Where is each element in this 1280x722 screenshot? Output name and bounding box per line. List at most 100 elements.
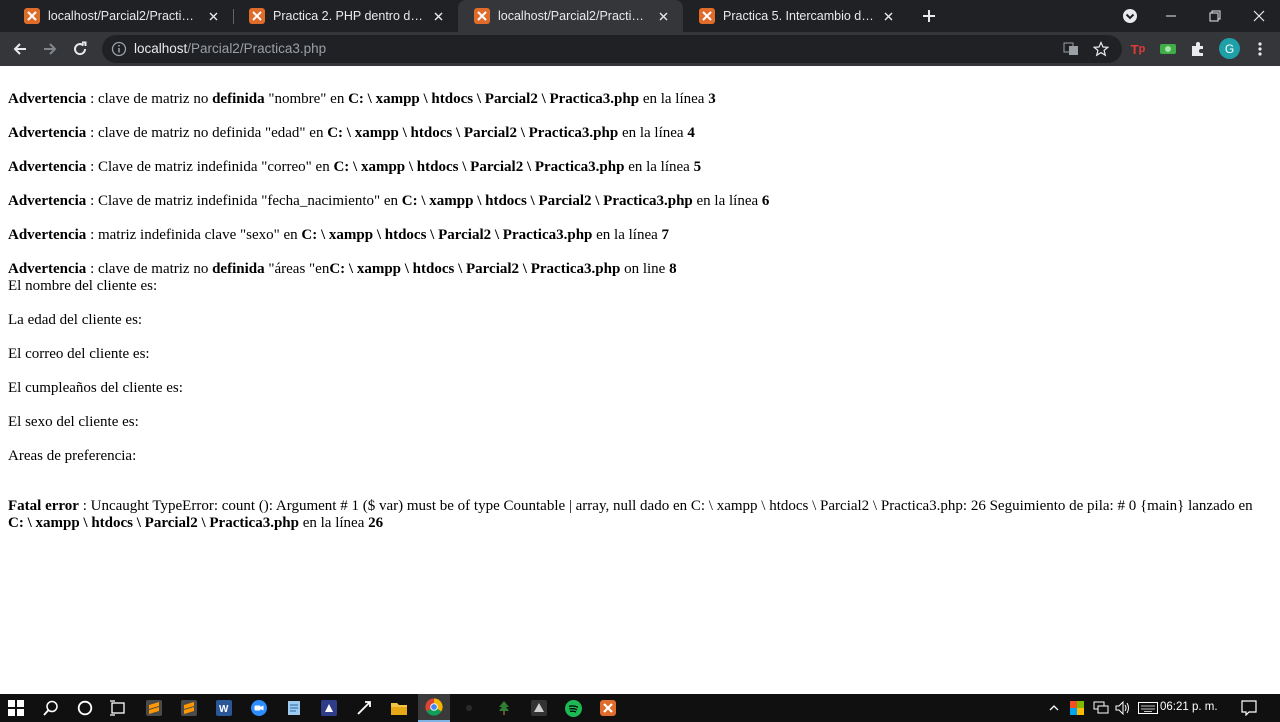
game-app-icon[interactable] xyxy=(528,697,550,719)
reload-icon[interactable] xyxy=(68,37,92,61)
warning-bold-text: Advertencia xyxy=(8,227,87,243)
address-bar[interactable]: localhost/Parcial2/Practica3.php xyxy=(102,35,1122,63)
minimize-icon[interactable] xyxy=(1150,0,1192,32)
back-arrow-icon[interactable] xyxy=(8,37,32,61)
word-icon[interactable]: W xyxy=(213,697,235,719)
file-explorer-icon[interactable] xyxy=(388,697,410,719)
tab-title: localhost/Parcial2/Practica3.php xyxy=(498,9,649,23)
sublime-text-2-icon[interactable] xyxy=(178,697,200,719)
warning-line: Advertencia : Clave de matriz indefinida… xyxy=(8,159,701,176)
volume-icon[interactable] xyxy=(1113,698,1133,718)
warning-bold-text: 8 xyxy=(669,261,677,277)
tp-extension-icon[interactable]: Tp xyxy=(1126,37,1150,61)
fatal-error-path: C: \ xampp \ htdocs \ Parcial2 \ Practic… xyxy=(8,515,299,531)
cortana-icon[interactable] xyxy=(74,697,96,719)
warning-bold-text: Advertencia xyxy=(8,91,87,107)
menu-kebab-icon[interactable] xyxy=(1248,37,1272,61)
warning-bold-text: 3 xyxy=(708,91,716,107)
taskbar-clock[interactable]: 06:21 p. m. xyxy=(1160,701,1218,713)
xampp-favicon-icon xyxy=(474,8,490,24)
page-content: Advertencia : clave de matriz no definid… xyxy=(0,66,1280,694)
warning-text: : clave de matriz no xyxy=(86,261,213,277)
warning-text: on line xyxy=(620,261,670,277)
task-view-icon[interactable] xyxy=(107,697,129,719)
zoom-icon[interactable] xyxy=(248,697,270,719)
inactive-app-icon[interactable] xyxy=(458,697,480,719)
tab-practica5[interactable]: Practica 5. Intercambio de variab xyxy=(683,0,908,32)
tab-practica1[interactable]: localhost/Parcial2/Practica1.php xyxy=(8,0,233,32)
tab-close-icon[interactable] xyxy=(430,8,446,24)
warning-bold-text: C: \ xampp \ htdocs \ Parcial2 \ Practic… xyxy=(327,125,619,141)
warning-bold-text: C: \ xampp \ htdocs \ Parcial2 \ Practic… xyxy=(348,91,640,107)
notepad-icon[interactable] xyxy=(283,697,305,719)
client-sex-line: El sexo del cliente es: xyxy=(8,414,139,430)
new-tab-plus-icon[interactable] xyxy=(918,5,940,27)
fatal-error-text: : Uncaught TypeError: count (): Argument… xyxy=(78,498,1253,514)
tray-app-icon[interactable] xyxy=(1068,698,1086,718)
warning-text: en la línea xyxy=(692,193,762,209)
bookmark-star-icon[interactable] xyxy=(1089,37,1113,61)
tree-app-icon[interactable] xyxy=(493,697,515,719)
warning-bold-text: Advertencia xyxy=(8,125,87,141)
forward-arrow-icon[interactable] xyxy=(38,37,62,61)
tab-title: Practica 5. Intercambio de variab xyxy=(723,9,874,23)
warning-text: : clave de matriz no definida "edad" en xyxy=(86,125,328,141)
warning-line: Advertencia : matriz indefinida clave "s… xyxy=(8,227,669,244)
windows-start-icon[interactable] xyxy=(5,697,27,719)
warning-bold-text: Advertencia xyxy=(8,261,87,277)
warning-bold-text: definida xyxy=(212,261,265,277)
warning-bold-text: Advertencia xyxy=(8,159,87,175)
warning-text: en la línea xyxy=(592,227,662,243)
close-window-icon[interactable] xyxy=(1238,0,1280,32)
warning-text: : Clave de matriz indefinida "fecha_naci… xyxy=(86,193,402,209)
chrome-taskbar-icon[interactable] xyxy=(418,694,450,722)
warning-text: en la línea xyxy=(624,159,694,175)
sublime-text-icon[interactable] xyxy=(143,697,165,719)
client-age-line: La edad del cliente es: xyxy=(8,312,143,328)
warning-bold-text: C: \ xampp \ htdocs \ Parcial2 \ Practic… xyxy=(401,193,693,209)
restore-icon[interactable] xyxy=(1194,0,1236,32)
fatal-error-line-number: 26 xyxy=(368,515,384,531)
xampp-favicon-icon xyxy=(249,8,265,24)
tab-close-icon[interactable] xyxy=(205,8,221,24)
warning-line: Advertencia : clave de matriz no definid… xyxy=(8,125,695,142)
warning-text: : matriz indefinida clave "sexo" en xyxy=(86,227,302,243)
tab-title: Practica 2. PHP dentro de HTML xyxy=(273,9,424,23)
warning-text: en la línea xyxy=(618,125,688,141)
keyboard-icon[interactable] xyxy=(1137,698,1159,718)
warning-bold-text: Advertencia xyxy=(8,193,87,209)
app-dark-icon[interactable] xyxy=(318,697,340,719)
windows-taskbar: W 06:21 p. m. xyxy=(0,694,1280,722)
show-hidden-icons-icon[interactable] xyxy=(1046,698,1062,718)
search-icon[interactable] xyxy=(40,697,62,719)
client-email-line: El correo del cliente es: xyxy=(8,346,150,362)
warning-bold-text: 6 xyxy=(761,193,770,209)
warning-text: : clave de matriz no xyxy=(86,91,213,107)
spotify-icon[interactable] xyxy=(562,697,584,719)
client-birthday-line: El cumpleaños del cliente es: xyxy=(8,380,183,396)
network-icon[interactable] xyxy=(1091,698,1111,718)
translate-icon[interactable] xyxy=(1059,37,1083,61)
warning-line: Advertencia : Clave de matriz indefinida… xyxy=(8,193,769,210)
tab-search-icon[interactable] xyxy=(1118,0,1142,32)
site-info-icon[interactable] xyxy=(111,41,127,57)
warning-bold-text: C: \ xampp \ htdocs \ Parcial2 \ Practic… xyxy=(333,159,625,175)
fatal-error-label: Fatal error xyxy=(8,498,79,514)
tab-close-icon[interactable] xyxy=(655,8,671,24)
notification-center-icon[interactable] xyxy=(1238,698,1260,718)
extensions-puzzle-icon[interactable] xyxy=(1186,37,1210,61)
xampp-icon[interactable] xyxy=(597,697,619,719)
extension-money-icon[interactable] xyxy=(1156,37,1180,61)
xampp-favicon-icon xyxy=(699,8,715,24)
warning-text: : Clave de matriz indefinida "correo" en xyxy=(86,159,334,175)
client-name-line: El nombre del cliente es: xyxy=(8,278,158,294)
profile-avatar[interactable]: G xyxy=(1219,38,1240,59)
browser-tab-strip: localhost/Parcial2/Practica1.php Practic… xyxy=(0,0,1280,32)
warning-bold-text: definida xyxy=(212,91,265,107)
tab-practica2[interactable]: Practica 2. PHP dentro de HTML xyxy=(233,0,458,32)
pinned-app-icon[interactable] xyxy=(353,697,375,719)
warning-bold-text: 7 xyxy=(661,227,670,243)
tab-close-icon[interactable] xyxy=(880,8,896,24)
tab-practica3[interactable]: localhost/Parcial2/Practica3.php xyxy=(458,0,683,32)
preference-areas-line: Areas de preferencia: xyxy=(8,448,137,464)
